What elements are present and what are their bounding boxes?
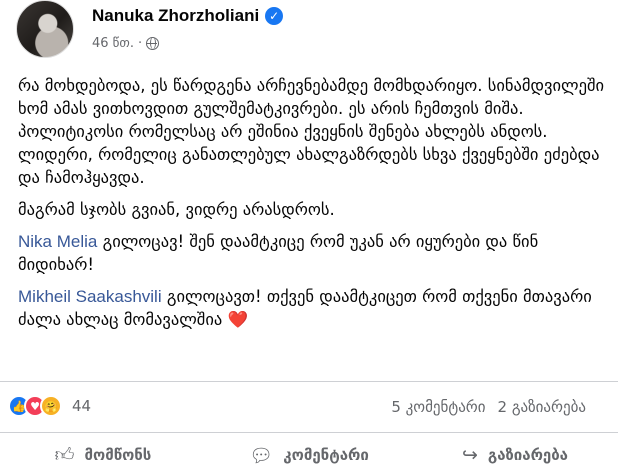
comment-button[interactable]: 💬︎ კომენტარი [206, 437, 412, 473]
share-icon: ↪ [461, 444, 478, 466]
care-icon: 🤗 [40, 395, 62, 417]
share-label: გაზიარება [487, 446, 568, 464]
like-label: მომწონს [84, 446, 152, 464]
divider [0, 381, 618, 382]
mention-paragraph: Mikheil Saakashvili გილოცავთ! თქვენ დაამ… [18, 285, 608, 331]
reaction-count[interactable]: 44 [72, 397, 91, 415]
mention-text: გილოცავ! შენ დაამტკიცე რომ უკან არ იყურე… [18, 232, 539, 274]
comment-count[interactable]: 5 კომენტარი [391, 398, 485, 416]
post-header: Nanuka Zhorzholiani ✓ 46 წთ. · [16, 0, 606, 60]
avatar[interactable] [16, 0, 74, 58]
comment-label: კომენტარი [283, 446, 369, 464]
verified-badge-icon: ✓ [265, 7, 284, 25]
globe-icon [146, 37, 160, 50]
share-button[interactable]: ↪ გაზიარება [412, 437, 618, 473]
post-paragraph: რა მოხდებოდა, ეს წარდგენა არჩევნებამდე მ… [18, 76, 605, 187]
heart-emoji: ❤️ [227, 310, 249, 329]
mention-link[interactable]: Nika Melia [18, 232, 97, 251]
reaction-summary[interactable]: 👍 ♥ 🤗 44 [8, 395, 91, 417]
divider [0, 432, 618, 433]
mention-paragraph: Nika Melia გილოცავ! შენ დაამტკიცე რომ უკ… [18, 230, 608, 276]
post-paragraph: მაგრამ სჯობს გვიან, ვიდრე არასდროს. [18, 200, 335, 219]
post-timestamp[interactable]: 46 წთ. [92, 36, 134, 51]
author-row: Nanuka Zhorzholiani ✓ [92, 6, 284, 26]
author-name[interactable]: Nanuka Zhorzholiani [92, 6, 259, 26]
mention-link[interactable]: Mikheil Saakashvili [18, 287, 162, 306]
thumbs-up-icon: 👍︎ [54, 443, 75, 466]
like-button[interactable]: 👍︎ მომწონს [0, 437, 206, 473]
engagement-stats: 5 კომენტარი 2 გაზიარება [391, 398, 586, 416]
meta-separator: · [137, 36, 143, 51]
action-bar: 👍︎ მომწონს 💬︎ კომენტარი ↪ გაზიარება [0, 437, 618, 473]
post-meta: 46 წთ. · [92, 36, 160, 51]
post-body: რა მოხდებოდა, ეს წარდგენა არჩევნებამდე მ… [18, 74, 608, 340]
comment-icon: 💬︎ [249, 444, 274, 467]
share-count[interactable]: 2 გაზიარება [498, 398, 586, 416]
